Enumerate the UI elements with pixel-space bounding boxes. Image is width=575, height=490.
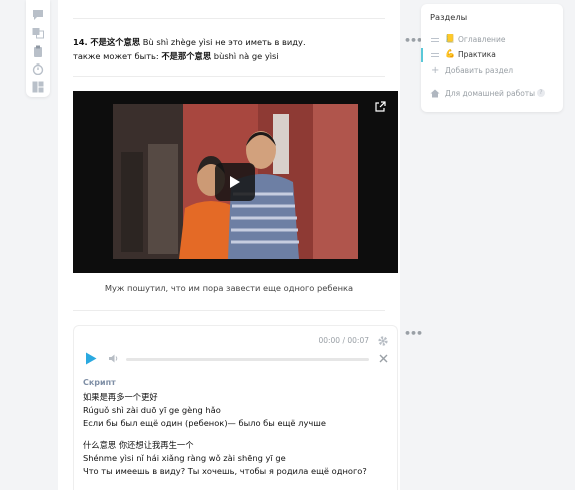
- add-section-label: Добавить раздел: [445, 66, 514, 75]
- volume-icon[interactable]: [108, 353, 119, 364]
- video-caption: Муж пошутил, что им пора завести еще одн…: [104, 283, 354, 293]
- item-number: 14.: [73, 37, 88, 47]
- block-menu-button[interactable]: •••: [404, 34, 423, 47]
- left-toolbar: [26, 0, 50, 97]
- drag-handle-icon[interactable]: [431, 53, 439, 57]
- notebook-icon: 📒: [445, 34, 455, 43]
- divider: [73, 76, 385, 77]
- phrase-item-14: 14. 不是这个意思 Bù shì zhège yìsi не это имет…: [73, 35, 306, 63]
- play-icon: [230, 176, 240, 188]
- script-line-hanzi: 什么意思 你还想让我再生一个: [83, 440, 194, 450]
- homework-section[interactable]: Для домашней работы ?: [421, 87, 563, 101]
- block-menu-button[interactable]: •••: [404, 327, 423, 340]
- translate-icon[interactable]: [32, 27, 44, 39]
- flexed-biceps-icon: 💪: [445, 49, 455, 58]
- alt-hanzi: 不是那个意思: [161, 51, 212, 61]
- phrase-translation: не это иметь в виду.: [215, 37, 306, 47]
- script-label: Скрипт: [83, 378, 116, 387]
- lesson-content: 14. 不是这个意思 Bù shì zhège yìsi не это имет…: [58, 0, 400, 490]
- alt-pinyin: bùshì nà ge yìsi: [213, 51, 279, 61]
- script-line-hanzi: 如果是再多一个更好: [83, 392, 158, 402]
- script-line-translation: Что ты имеешь в виду? Ты хочешь, чтобы я…: [83, 466, 367, 476]
- homework-label: Для домашней работы: [445, 89, 536, 98]
- alt-prefix: также может быть:: [73, 51, 159, 61]
- audio-time: 00:00 / 00:07: [318, 336, 369, 345]
- section-label: Оглавление: [458, 35, 506, 44]
- home-icon: [430, 89, 440, 98]
- layout-icon[interactable]: [32, 81, 44, 93]
- section-item-contents[interactable]: 📒 Оглавление: [421, 33, 563, 47]
- audio-progress-track[interactable]: [126, 358, 369, 361]
- close-icon[interactable]: [379, 354, 388, 363]
- section-label: Практика: [458, 50, 496, 59]
- script-line-translation: Если бы был ещё один (ребенок)— было бы …: [83, 418, 326, 428]
- sections-panel: Разделы 📒 Оглавление 💪 Практика + Добави…: [421, 4, 563, 112]
- expand-icon[interactable]: [375, 101, 386, 112]
- video-player[interactable]: [73, 91, 398, 273]
- divider: [73, 310, 385, 311]
- divider: [73, 18, 385, 19]
- audio-block: 00:00 / 00:07 Скрипт 如果是再多一个更好 Rúguǒ shì…: [73, 325, 398, 490]
- comment-icon[interactable]: [32, 9, 44, 21]
- clipboard-icon[interactable]: [32, 45, 44, 57]
- add-section-button[interactable]: + Добавить раздел: [421, 64, 563, 78]
- script-line-pinyin: Shénme yìsi nǐ hái xiǎng ràng wǒ zài shē…: [83, 453, 286, 463]
- drag-handle-icon[interactable]: [431, 38, 439, 42]
- timer-icon[interactable]: [32, 63, 44, 75]
- sections-title: Разделы: [430, 12, 468, 22]
- phrase-pinyin: Bù shì zhège yìsi: [142, 37, 213, 47]
- plus-icon: +: [431, 65, 440, 76]
- video-play-button[interactable]: [215, 163, 255, 201]
- phrase-hanzi: 不是这个意思: [90, 37, 141, 47]
- section-item-practice[interactable]: 💪 Практика: [421, 48, 563, 62]
- script-text: 如果是再多一个更好 Rúguǒ shì zài duō yī ge gèng h…: [83, 391, 367, 478]
- audio-play-icon[interactable]: [85, 352, 97, 365]
- gear-icon[interactable]: [377, 335, 389, 347]
- help-icon[interactable]: ?: [537, 89, 545, 97]
- script-line-pinyin: Rúguǒ shì zài duō yī ge gèng hǎo: [83, 405, 221, 415]
